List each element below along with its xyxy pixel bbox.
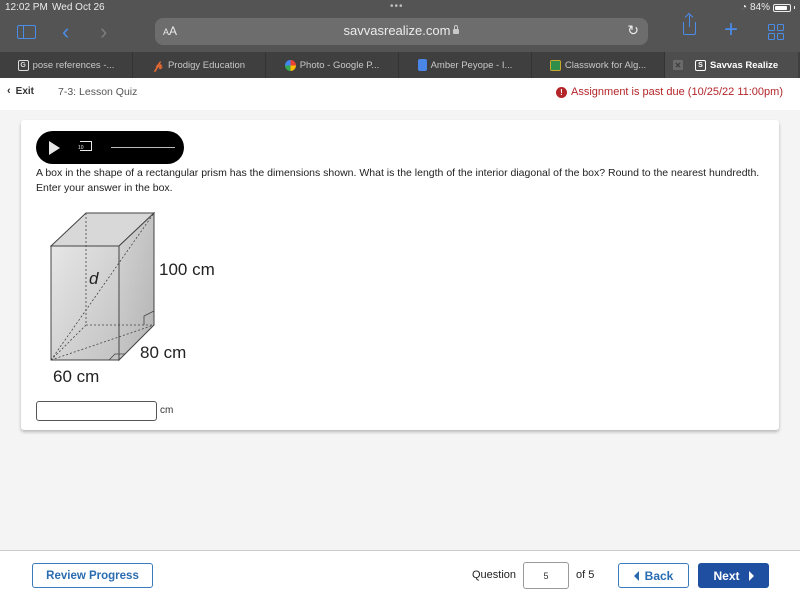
past-due-notice: ! Assignment is past due (10/25/22 11:00… [556,86,783,98]
url-display[interactable]: savvasrealize.com [155,23,648,38]
depth-label: 80 cm [140,343,186,362]
lock-icon [453,25,460,34]
question-total: of 5 [576,569,595,581]
back-icon[interactable]: ‹ [62,19,69,45]
tab-pose-references[interactable]: G pose references -... [0,52,133,78]
question-text: A box in the shape of a rectangular pris… [36,167,760,194]
tab-label: Savvas Realize [710,59,779,71]
question-label: Question [472,569,517,581]
battery-nub [794,6,795,9]
tab-classwork[interactable]: Classwork for Alg... [532,52,665,78]
back-label: Back [644,568,674,583]
battery-icon [773,3,791,12]
tab-overview-icon[interactable] [768,24,784,40]
past-due-text: Assignment is past due (10/25/22 11:00pm… [571,86,783,98]
height-label: 100 cm [159,260,215,279]
status-time: 12:02 PM [5,2,48,13]
caret-right-icon [748,570,754,581]
lesson-title: 7-3: Lesson Quiz [58,86,138,98]
browser-toolbar: 12:02 PM Wed Oct 26 ••• ◔ 84% ‹ › AA sav… [0,0,800,52]
battery-percent: 84% [749,2,770,13]
tab-prodigy[interactable]: 𝓅 Prodigy Education [133,52,266,78]
tab-label: Amber Peyope - I... [430,59,513,71]
next-button[interactable]: Next [698,563,769,588]
quiz-header: ‹ Exit 7-3: Lesson Quiz ! Assignment is … [0,78,800,110]
google-favicon-icon: G [17,59,29,71]
multitasking-dots-icon[interactable]: ••• [390,1,404,12]
status-date: Wed Oct 26 [52,2,105,13]
url-text: savvasrealize.com [343,23,451,38]
google-classroom-favicon-icon [549,59,561,71]
tab-label: Photo - Google P... [299,59,380,71]
address-bar[interactable]: AA savvasrealize.com ↻ [155,18,648,45]
question-number-input[interactable] [523,562,569,589]
close-tab-icon[interactable]: ✕ [673,60,683,70]
savvas-favicon-icon: S [695,59,706,71]
content-area: 10 A box in the shape of a rectangular p… [0,110,800,550]
next-label: Next [713,568,740,583]
google-photos-favicon-icon [284,59,296,71]
tab-google-doc[interactable]: Amber Peyope - I... [399,52,532,78]
answer-unit: cm [160,405,174,416]
width-label: 60 cm [53,367,99,386]
battery-level [775,5,787,10]
audio-player: 10 [36,131,184,164]
wifi-icon: ◔ [740,2,747,13]
quiz-footer: Review Progress Question of 5 Back Next [0,550,800,600]
audio-progress-track[interactable] [111,147,175,148]
caret-left-icon [633,570,639,581]
share-icon[interactable] [683,15,696,35]
exit-label: Exit [15,85,35,97]
question-card: 10 A box in the shape of a rectangular p… [21,120,779,430]
prodigy-favicon-icon: 𝓅 [154,57,163,72]
answer-input[interactable] [36,401,157,421]
play-icon[interactable] [49,141,60,155]
sidebar-icon[interactable] [17,25,36,39]
rewind-10-icon[interactable]: 10 [78,141,92,151]
google-docs-favicon-icon [417,59,427,71]
back-button[interactable]: Back [618,563,689,588]
tab-label: pose references -... [32,59,115,71]
tab-strip: G pose references -... 𝓅 Prodigy Educati… [0,52,800,78]
exit-button[interactable]: ‹ Exit [7,85,34,97]
alert-icon: ! [556,86,568,98]
forward-icon[interactable]: › [100,19,107,45]
review-progress-button[interactable]: Review Progress [32,563,153,588]
chevron-left-icon: ‹ [7,85,11,97]
rewind-seconds: 10 [78,145,84,151]
reload-icon[interactable]: ↻ [627,22,639,39]
tab-label: Classwork for Alg... [564,59,647,71]
prism-front-face [50,245,120,361]
prism-figure: d 100 cm 80 cm 60 cm [49,211,215,386]
diagonal-label: d [89,269,99,288]
tab-label: Prodigy Education [167,59,246,71]
status-indicators: ◔ 84% [741,2,795,13]
tab-google-photos[interactable]: Photo - Google P... [266,52,399,78]
tab-savvas-realize[interactable]: ✕ S Savvas Realize [665,52,798,78]
new-tab-icon[interactable]: + [724,16,738,44]
